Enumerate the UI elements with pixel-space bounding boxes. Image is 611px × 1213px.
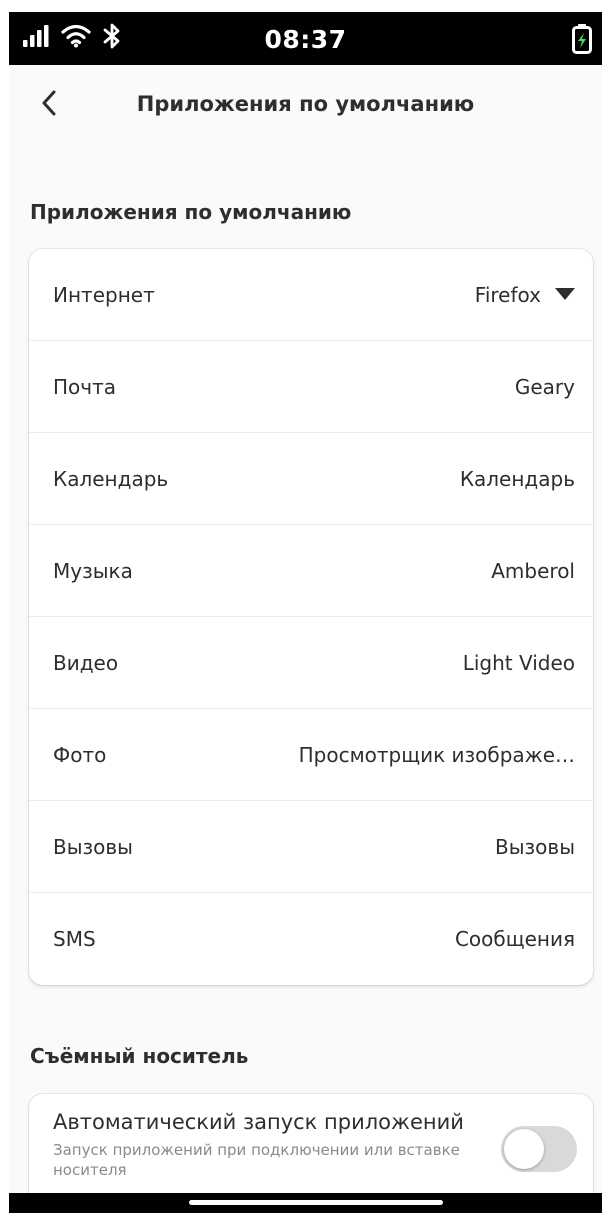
row-label: Музыка: [53, 558, 133, 583]
page-title: Приложения по умолчанию: [136, 92, 475, 116]
row-value: Firefox: [474, 282, 541, 307]
removable-media-section-title: Съёмный носитель: [30, 1044, 249, 1068]
row-photo[interactable]: Фото Просмотрщик изображе…: [29, 709, 593, 801]
row-label: Вызовы: [53, 834, 133, 859]
default-apps-section-title: Приложения по умолчанию: [30, 200, 352, 224]
row-label: Фото: [53, 742, 107, 767]
row-sms[interactable]: SMS Сообщения: [29, 893, 593, 985]
row-value: Просмотрщик изображе…: [298, 742, 575, 767]
browser-dropdown[interactable]: Firefox: [475, 283, 575, 307]
autorun-subtitle: Запуск приложений при подключении или вс…: [53, 1141, 460, 1179]
row-value: Light Video: [462, 650, 575, 675]
status-clock: 08:37: [264, 25, 347, 54]
row-video[interactable]: Видео Light Video: [29, 617, 593, 709]
autorun-toggle[interactable]: [501, 1126, 577, 1172]
row-label: Интернет: [53, 282, 155, 307]
row-mail[interactable]: Почта Geary: [29, 341, 593, 433]
status-bar: 08:37: [9, 12, 602, 65]
app-window: 08:37 Приложения по умолчанию Приложения…: [9, 12, 602, 1213]
row-internet[interactable]: Интернет Firefox: [29, 249, 593, 341]
default-apps-list: Интернет Firefox Почта Geary Календарь К…: [29, 249, 593, 985]
home-indicator[interactable]: [189, 1200, 443, 1205]
header-bar: Приложения по умолчанию: [9, 65, 602, 145]
row-calendar[interactable]: Календарь Календарь: [29, 433, 593, 525]
row-value: Календарь: [459, 466, 575, 491]
row-value: Geary: [514, 374, 575, 399]
row-label: Видео: [53, 650, 119, 675]
dropdown-arrow-icon: [555, 285, 575, 304]
row-label: Календарь: [53, 466, 169, 491]
bottom-bar: [9, 1193, 602, 1213]
toggle-knob: [504, 1129, 544, 1169]
autorun-title: Автоматический запуск приложений: [53, 1110, 464, 1134]
row-label: Почта: [53, 374, 116, 399]
row-value: Сообщения: [454, 927, 575, 951]
autorun-row: Автоматический запуск приложений Запуск …: [29, 1094, 593, 1204]
battery-charging-icon: [572, 24, 592, 58]
row-calls[interactable]: Вызовы Вызовы: [29, 801, 593, 893]
row-music[interactable]: Музыка Amberol: [29, 525, 593, 617]
row-value: Вызовы: [495, 834, 575, 859]
row-value: Amberol: [491, 558, 575, 583]
row-label: SMS: [53, 927, 96, 951]
